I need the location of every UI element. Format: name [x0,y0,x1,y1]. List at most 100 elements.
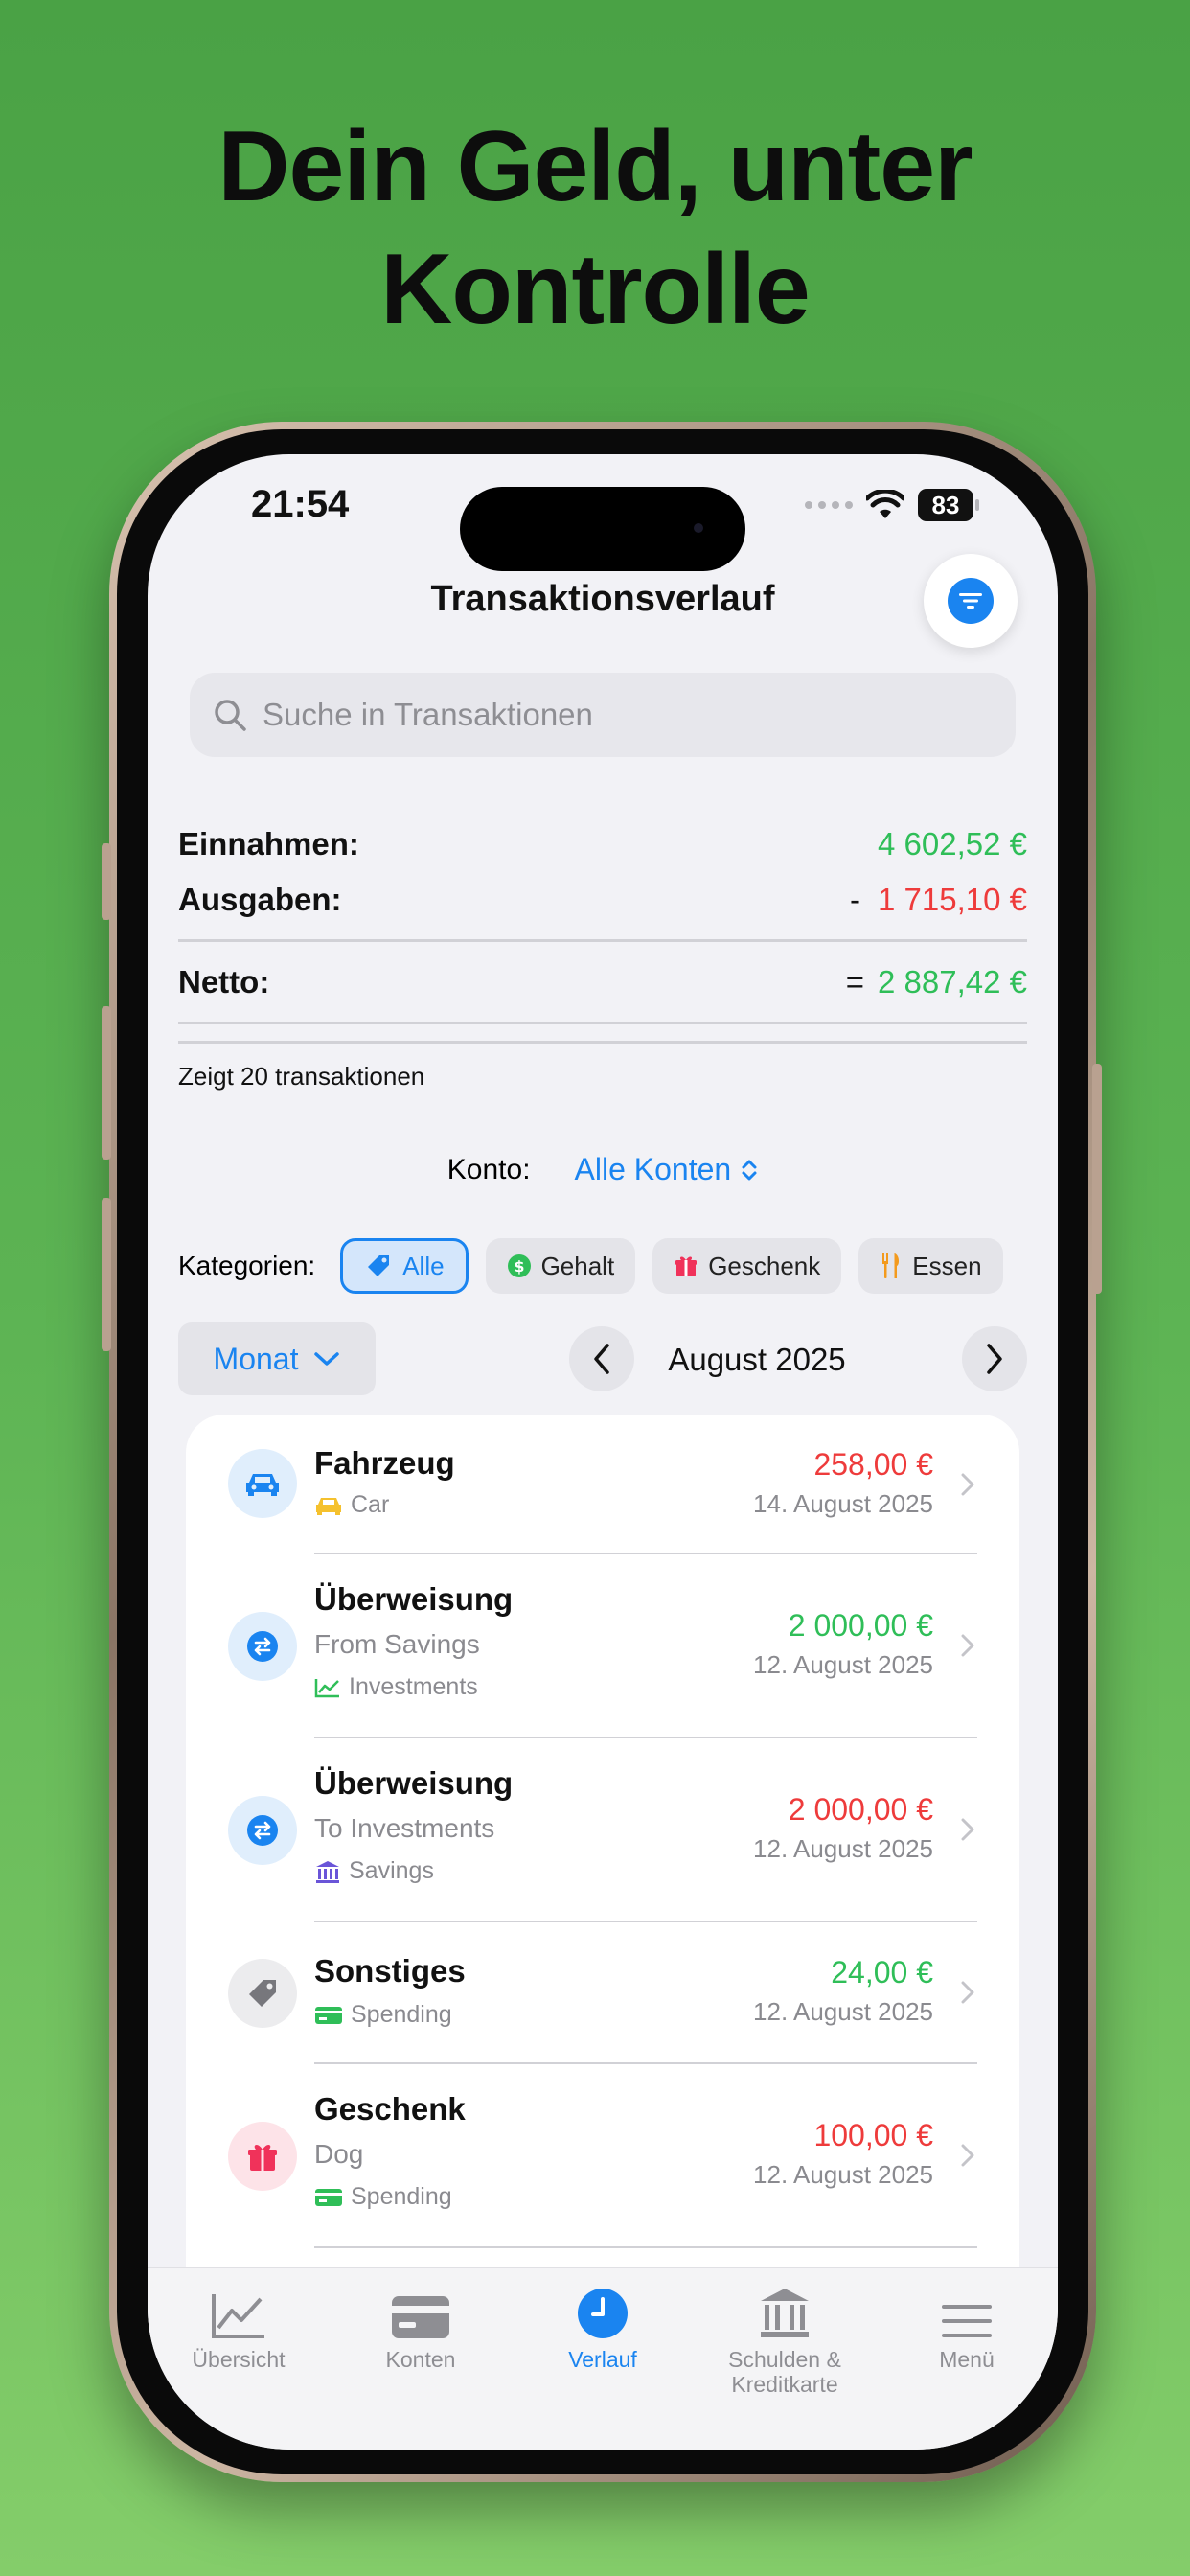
page-title: Transaktionsverlauf [430,579,775,619]
transaction-title: Fahrzeug [314,1445,455,1481]
transfer-icon [228,1612,297,1681]
status-icons: 83 [805,489,979,521]
transaction-title: Geschenk [314,2091,466,2127]
transaction-amount: 258,00 € [813,1447,933,1482]
side-button [102,1198,111,1351]
filter-icon [948,578,994,624]
dollar-icon: $ [507,1254,531,1277]
bank-icon [761,2288,809,2337]
divider [314,2246,977,2248]
chip-label: Alle [402,1251,445,1280]
headline: Dein Geld, unter Kontrolle [0,105,1190,351]
net-label: Netto: [178,964,270,1000]
account-picker[interactable]: Alle Konten [575,1152,759,1187]
side-button [102,843,111,920]
transaction-list: Fahrzeug Car 258,00 € 14. August 2025 Üb… [186,1414,1019,2315]
transaction-date: 12. August 2025 [753,1650,933,1679]
chevron-updown-icon [742,1160,757,1180]
chip-alle[interactable]: Alle [340,1238,469,1294]
tab-menu[interactable]: Menü [876,2280,1058,2372]
transaction-row[interactable]: Geschenk Dog Spending 100,00 € 12. Augus… [186,2064,1019,2248]
next-month-button[interactable] [962,1326,1027,1392]
account-name: Spending [351,2183,452,2210]
chart-icon [314,1678,339,1697]
car-icon [316,1497,341,1515]
transaction-account: Savings [314,1857,434,1885]
transaction-subtitle: Dog [314,2139,364,2169]
gift-icon [228,2122,297,2191]
transaction-amount: 2 000,00 € [788,1608,933,1643]
period-mode-label: Monat [213,1341,299,1376]
tab-label: Konten [385,2347,456,2372]
car-icon [228,1449,297,1518]
transaction-row[interactable]: Fahrzeug Car 258,00 € 14. August 2025 [186,1414,1019,1554]
card-icon [392,2296,449,2338]
signal-icon [805,501,853,509]
tag-icon [228,1959,297,2028]
chevron-right-icon [961,1981,974,2004]
period-mode-button[interactable]: Monat [178,1322,376,1395]
tab-bar: Übersicht Konten Verlauf Schulden & Kred… [148,2267,1058,2450]
wallet-icon [315,2006,342,2024]
divider [178,939,1027,942]
transaction-title: Überweisung [314,1581,514,1617]
account-name: Investments [349,1673,478,1700]
prev-month-button[interactable] [569,1326,634,1392]
chip-essen[interactable]: Essen [858,1238,1003,1294]
tab-label: Verlauf [568,2347,637,2372]
tab-uebersicht[interactable]: Übersicht [148,2280,330,2372]
expense-label: Ausgaben: [178,882,342,917]
chevron-left-icon [594,1344,609,1374]
svg-text:$: $ [514,1257,524,1276]
transaction-date: 14. August 2025 [753,1489,933,1518]
tag-icon [368,1255,390,1276]
filter-button[interactable] [924,554,1018,648]
search-input[interactable]: Suche in Transaktionen [190,673,1016,757]
chip-geschenk[interactable]: Geschenk [652,1238,842,1294]
dynamic-island [460,487,745,571]
phone-screen: 21:54 83 Transaktionsverlauf Suche in Tr… [148,454,1058,2450]
transaction-count: Zeigt 20 transaktionen [178,1062,425,1091]
account-name: Savings [349,1857,434,1884]
side-button [102,1006,111,1160]
chart-icon [212,2294,264,2338]
transaction-date: 12. August 2025 [753,1997,933,2026]
transaction-account: Car [314,1491,389,1519]
transfer-icon [228,1796,297,1865]
transaction-account: Investments [314,1673,478,1701]
chevron-right-icon [961,2144,974,2167]
clock-icon [578,2288,628,2338]
transaction-row[interactable]: Überweisung To Investments Savings 2 000… [186,1738,1019,1922]
tab-konten[interactable]: Konten [330,2280,512,2372]
expense-sign: - [850,882,861,917]
tab-label: Schulden & Kreditkarte [728,2347,841,2397]
side-button [1092,1064,1102,1294]
transaction-row[interactable]: Überweisung From Savings Investments 2 0… [186,1554,1019,1738]
chevron-right-icon [961,1473,974,1496]
income-label: Einnahmen: [178,826,359,862]
chevron-right-icon [961,1818,974,1841]
transaction-title: Sonstiges [314,1953,466,1989]
transaction-date: 12. August 2025 [753,1834,933,1863]
battery-icon: 83 [918,489,979,521]
tab-schulden[interactable]: Schulden & Kreditkarte [694,2280,876,2397]
status-time: 21:54 [251,483,350,525]
month-label: August 2025 [668,1342,846,1377]
transaction-amount: 24,00 € [831,1955,933,1990]
period-bar: Monat August 2025 [178,1322,1027,1395]
divider [178,1041,1027,1044]
categories-label: Kategorien: [178,1251,316,1280]
transaction-title: Überweisung [314,1765,514,1801]
chip-label: Geschenk [708,1251,821,1280]
transaction-date: 12. August 2025 [753,2160,933,2189]
chip-gehalt[interactable]: $ Gehalt [485,1238,636,1294]
fork-knife-icon [882,1254,900,1278]
transaction-row[interactable]: Sonstiges Spending 24,00 € 12. August 20… [186,1922,1019,2064]
chevron-right-icon [961,1634,974,1657]
tab-label: Übersicht [192,2347,286,2372]
chip-label: Gehalt [540,1251,615,1280]
tab-label: Menü [939,2347,995,2372]
transaction-subtitle: From Savings [314,1629,480,1659]
account-name: Spending [351,2001,452,2028]
tab-verlauf[interactable]: Verlauf [512,2280,694,2372]
